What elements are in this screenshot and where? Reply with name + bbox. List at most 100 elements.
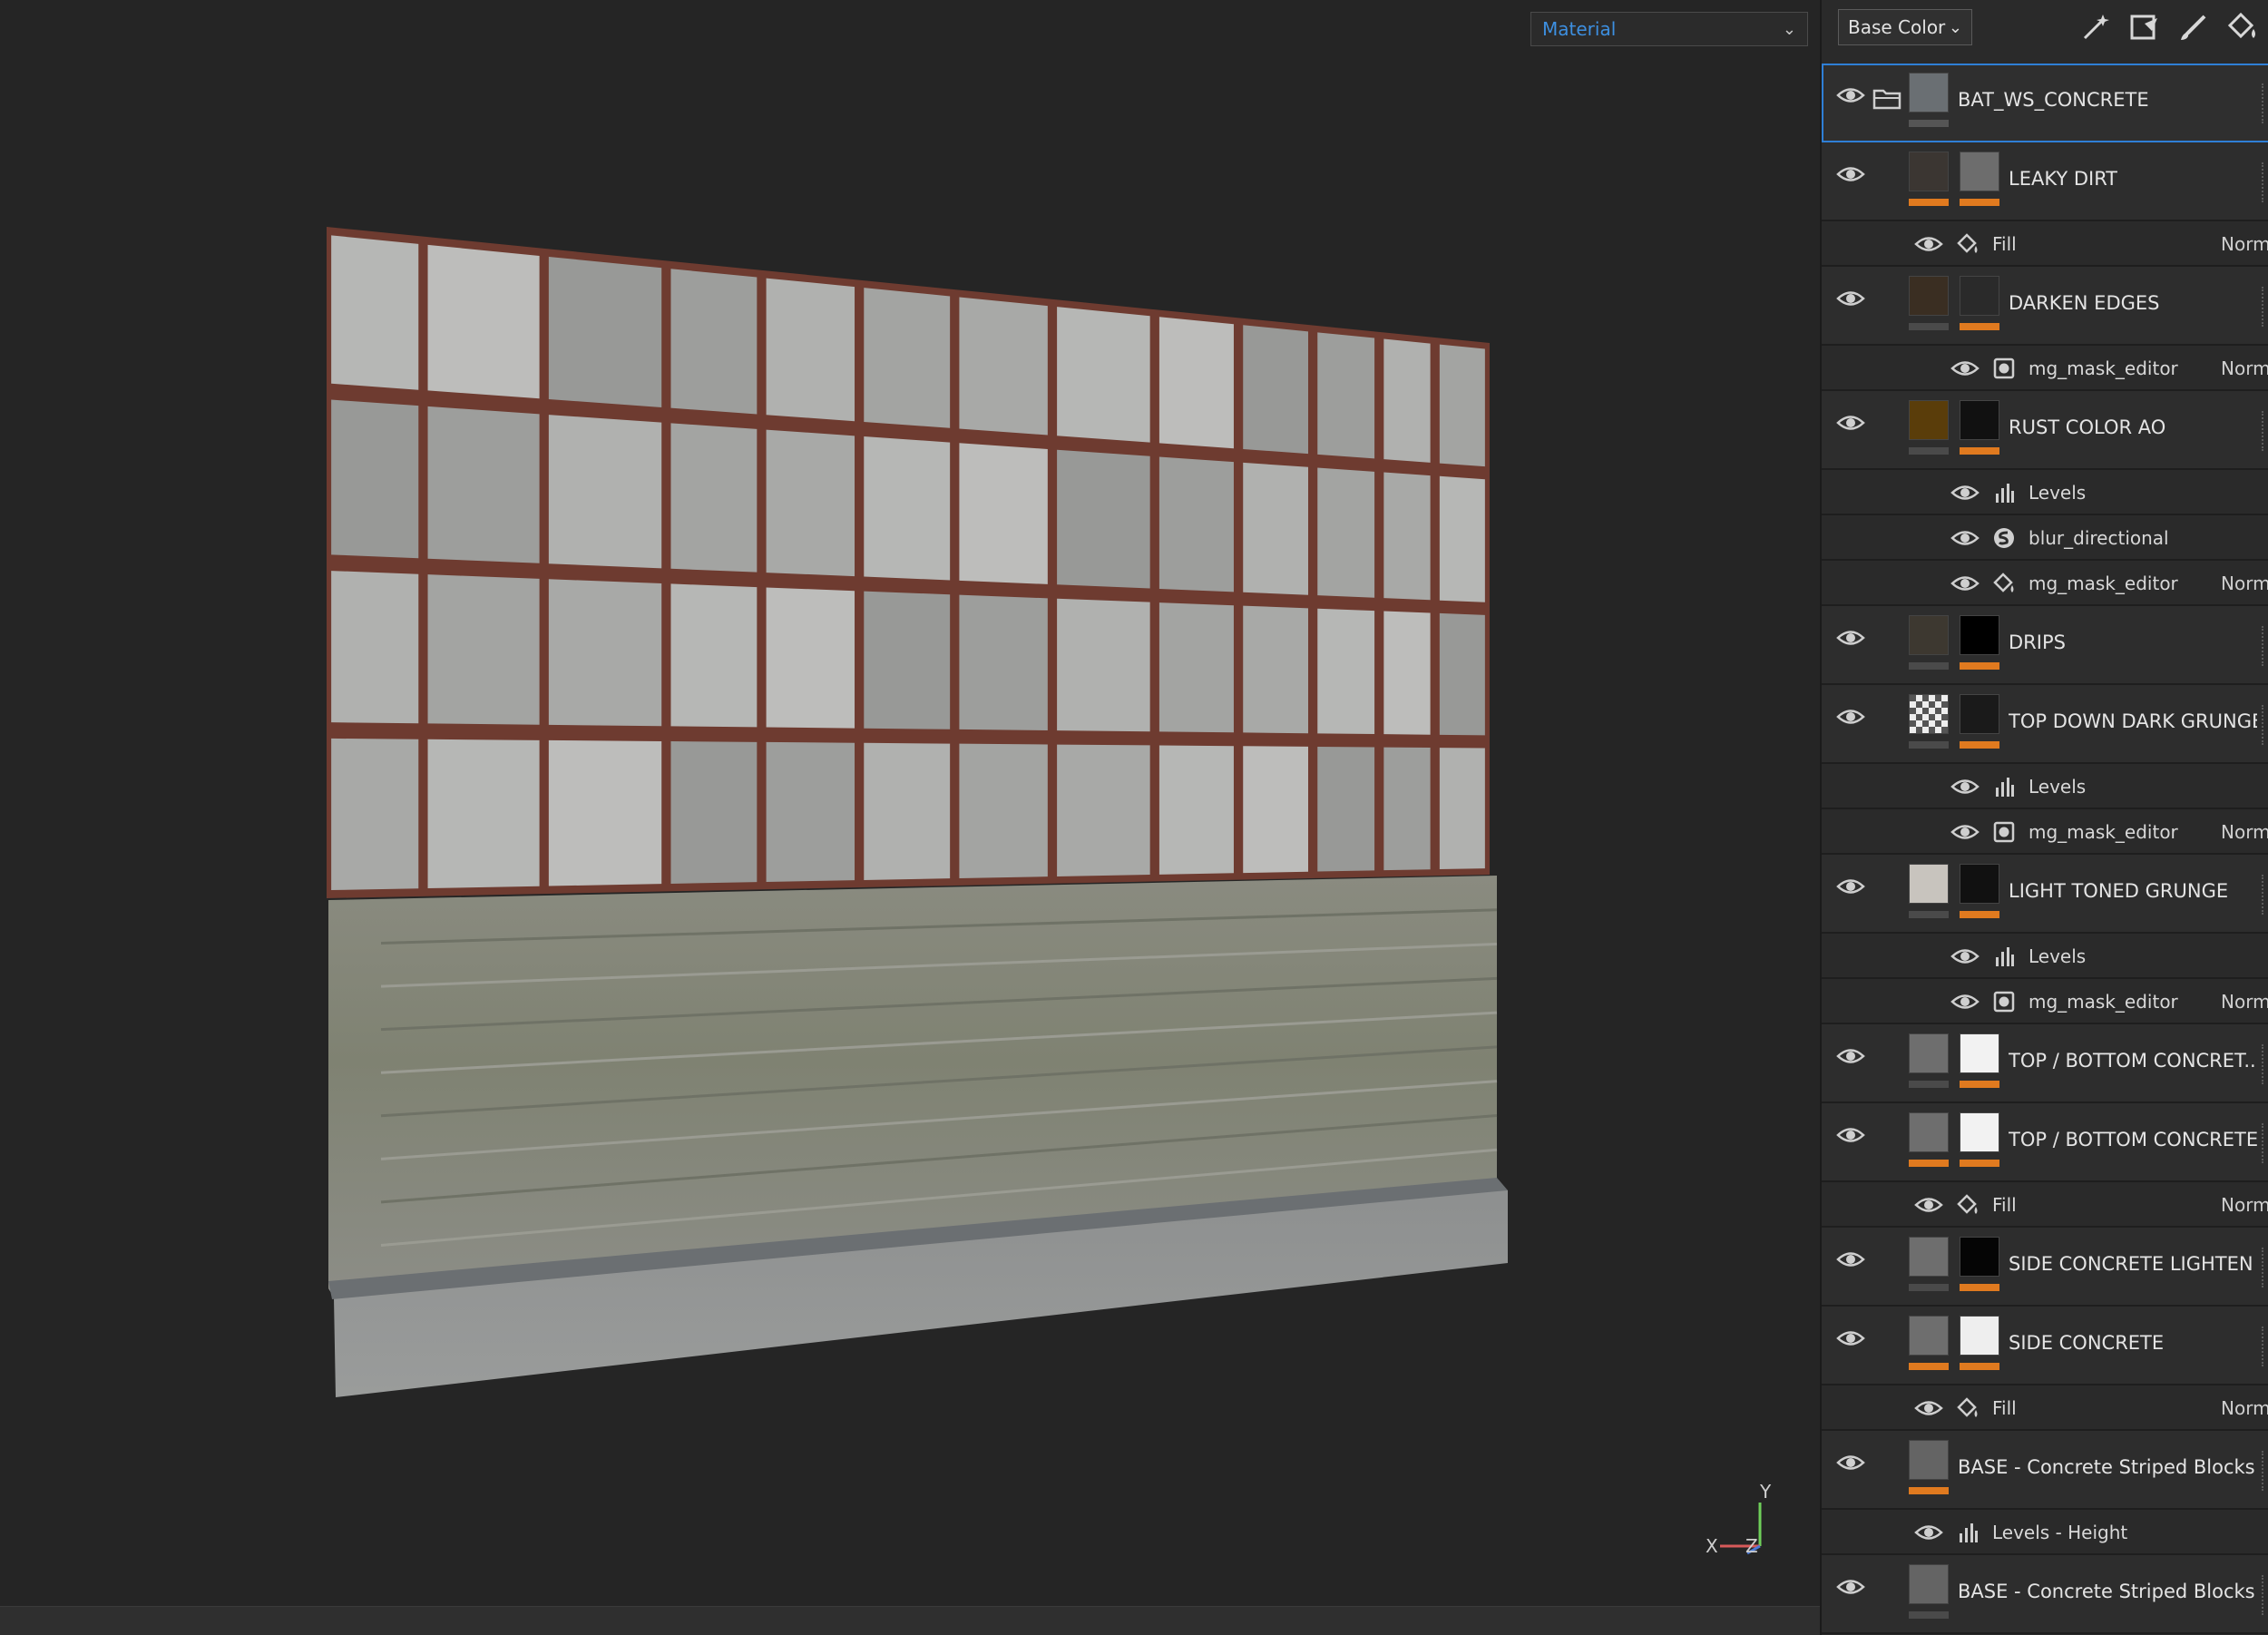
visibility-eye-icon[interactable] xyxy=(1950,777,1980,797)
layer-thumbnail[interactable] xyxy=(1909,1564,1949,1604)
visibility-eye-icon[interactable] xyxy=(1836,1328,1865,1348)
visibility-eye-icon[interactable] xyxy=(1914,1522,1943,1542)
visibility-eye-icon[interactable] xyxy=(1950,946,1980,966)
blend-mode[interactable]: Norm xyxy=(2221,573,2268,594)
layer-row[interactable]: TOP / BOTTOM CONCRETE xyxy=(1822,1103,2268,1182)
layer-row[interactable]: TOP / BOTTOM CONCRET... xyxy=(1822,1024,2268,1103)
mask-thumbnail[interactable] xyxy=(1960,1237,1999,1277)
visibility-eye-icon[interactable] xyxy=(1950,822,1980,842)
layer-effect-row[interactable]: Fill Norm xyxy=(1822,1385,2268,1431)
visibility-eye-icon[interactable] xyxy=(1914,234,1943,254)
blend-mode[interactable]: Norm xyxy=(2221,1397,2268,1419)
visibility-eye-icon[interactable] xyxy=(1950,358,1980,378)
drag-handle[interactable] xyxy=(2262,1044,2266,1084)
layer-row[interactable]: LIGHT TONED GRUNGE xyxy=(1822,855,2268,934)
mask-thumbnail[interactable] xyxy=(1960,615,1999,655)
layer-effect-row[interactable]: mg_mask_editor Norm xyxy=(1822,979,2268,1024)
layer-thumbnail[interactable] xyxy=(1909,1033,1949,1073)
visibility-eye-icon[interactable] xyxy=(1950,573,1980,593)
visibility-eye-icon[interactable] xyxy=(1836,1249,1865,1269)
layer-effect-row[interactable]: Levels xyxy=(1822,764,2268,809)
visibility-eye-icon[interactable] xyxy=(1914,1195,1943,1215)
blend-mode[interactable]: Norm xyxy=(2221,357,2268,379)
wall-model[interactable] xyxy=(0,0,1820,1635)
drag-handle[interactable] xyxy=(2262,626,2266,666)
layer-thumbnail[interactable] xyxy=(1909,1316,1949,1356)
drag-handle[interactable] xyxy=(2262,1327,2266,1366)
drag-handle[interactable] xyxy=(2262,162,2266,202)
visibility-eye-icon[interactable] xyxy=(1836,707,1865,727)
magic-wand-icon[interactable] xyxy=(2079,11,2112,44)
material-dropdown[interactable]: Material ⌄ xyxy=(1530,12,1808,46)
visibility-eye-icon[interactable] xyxy=(1836,164,1865,184)
visibility-eye-icon[interactable] xyxy=(1836,1125,1865,1145)
layer-thumbnail[interactable] xyxy=(1909,400,1949,440)
visibility-eye-icon[interactable] xyxy=(1836,1453,1865,1473)
layer-effect-row[interactable]: mg_mask_editor Norm xyxy=(1822,561,2268,606)
visibility-eye-icon[interactable] xyxy=(1950,483,1980,503)
visibility-eye-icon[interactable] xyxy=(1836,289,1865,308)
blend-mode[interactable]: Norm xyxy=(2221,991,2268,1013)
3d-viewport[interactable]: Material ⌄ Y X Z xyxy=(0,0,1820,1635)
blend-mode[interactable]: Norm xyxy=(2221,821,2268,843)
layer-row[interactable]: LEAKY DIRT xyxy=(1822,142,2268,221)
drag-handle[interactable] xyxy=(2262,287,2266,327)
layer-thumbnail[interactable] xyxy=(1909,1440,1949,1480)
mask-thumbnail[interactable] xyxy=(1960,864,1999,904)
visibility-eye-icon[interactable] xyxy=(1914,1398,1943,1418)
layer-effect-row[interactable]: blur_directional xyxy=(1822,515,2268,561)
mask-thumbnail[interactable] xyxy=(1960,1316,1999,1356)
layer-row[interactable]: SIDE CONCRETE xyxy=(1822,1307,2268,1385)
layer-effect-row[interactable]: mg_mask_editor Norm xyxy=(1822,346,2268,391)
layer-row[interactable]: BASE - Concrete Striped Blocks c... xyxy=(1822,1431,2268,1510)
layer-effect-row[interactable]: Fill Norm xyxy=(1822,1182,2268,1228)
layer-thumbnail[interactable] xyxy=(1909,276,1949,316)
folder-row[interactable]: BAT_WS_CONCRETE xyxy=(1822,64,2268,142)
mask-thumbnail[interactable] xyxy=(1960,400,1999,440)
brush-icon[interactable] xyxy=(2177,11,2210,44)
drag-handle[interactable] xyxy=(2262,83,2266,123)
layer-thumbnail[interactable] xyxy=(1909,615,1949,655)
drag-handle[interactable] xyxy=(2262,411,2266,451)
visibility-eye-icon[interactable] xyxy=(1950,992,1980,1012)
layer-effect-row[interactable]: Levels xyxy=(1822,934,2268,979)
drag-handle[interactable] xyxy=(2262,875,2266,915)
mask-thumbnail[interactable] xyxy=(1960,694,1999,734)
layer-effect-row[interactable]: Fill Norm xyxy=(1822,221,2268,267)
drag-handle[interactable] xyxy=(2262,1248,2266,1287)
drag-handle[interactable] xyxy=(2262,705,2266,745)
fill-bucket-icon[interactable] xyxy=(2226,11,2259,44)
layer-row[interactable]: DRIPS xyxy=(1822,606,2268,685)
visibility-eye-icon[interactable] xyxy=(1836,628,1865,648)
layer-row[interactable]: TOP DOWN DARK GRUNGE xyxy=(1822,685,2268,764)
mask-thumbnail[interactable] xyxy=(1960,1033,1999,1073)
layer-thumbnail[interactable] xyxy=(1909,1112,1949,1152)
visibility-eye-icon[interactable] xyxy=(1836,1046,1865,1066)
layer-effect-row[interactable]: mg_mask_editor Norm xyxy=(1822,809,2268,855)
mask-thumbnail[interactable] xyxy=(1960,152,1999,191)
layer-row[interactable]: DARKEN EDGES xyxy=(1822,267,2268,346)
mask-thumbnail[interactable] xyxy=(1960,1112,1999,1152)
layer-effect-row[interactable]: Levels xyxy=(1822,470,2268,515)
visibility-eye-icon[interactable] xyxy=(1836,413,1865,433)
drag-handle[interactable] xyxy=(2262,1575,2266,1615)
layer-thumbnail[interactable] xyxy=(1909,152,1949,191)
layer-row[interactable]: RUST COLOR AO xyxy=(1822,391,2268,470)
layer-effect-row[interactable]: Levels - Height xyxy=(1822,1510,2268,1555)
mask-thumbnail[interactable] xyxy=(1960,276,1999,316)
drag-handle[interactable] xyxy=(2262,1123,2266,1163)
layer-row[interactable]: BASE - Concrete Striped Blocks xyxy=(1822,1555,2268,1634)
layer-row[interactable]: SIDE CONCRETE LIGHTEN xyxy=(1822,1228,2268,1307)
visibility-eye-icon[interactable] xyxy=(1836,876,1865,896)
visibility-eye-icon[interactable] xyxy=(1836,1577,1865,1597)
channel-dropdown[interactable]: Base Color ⌄ xyxy=(1838,9,1972,45)
blend-mode[interactable]: Norm xyxy=(2221,1194,2268,1216)
visibility-eye-icon[interactable] xyxy=(1950,528,1980,548)
blend-mode[interactable]: Norm xyxy=(2221,233,2268,255)
fill-projection-icon[interactable] xyxy=(2128,11,2161,44)
layer-thumbnail[interactable] xyxy=(1909,694,1949,734)
visibility-eye-icon[interactable] xyxy=(1836,85,1865,105)
drag-handle[interactable] xyxy=(2262,1451,2266,1491)
layer-thumbnail[interactable] xyxy=(1909,1237,1949,1277)
layer-thumbnail[interactable] xyxy=(1909,864,1949,904)
